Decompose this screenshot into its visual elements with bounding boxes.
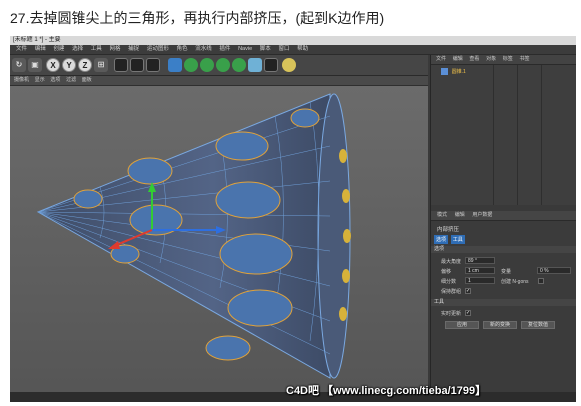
om-menu-file[interactable]: 文件 — [436, 55, 446, 64]
menu-snap[interactable]: 捕捉 — [128, 45, 139, 54]
x-axis-button[interactable]: X — [46, 58, 60, 72]
rotate-tool-icon[interactable]: ↻ — [12, 58, 26, 72]
tool-subtabs: 选项 工具 — [434, 235, 466, 244]
variance-label: 变量 — [501, 269, 512, 275]
render-view-icon[interactable] — [114, 58, 128, 72]
realtime-update-checkbox[interactable]: ✓ — [465, 310, 471, 316]
watermark: C4D吧 【www.linecg.com/tieba/1799】 — [286, 385, 487, 397]
menu-window[interactable]: 窗口 — [278, 45, 289, 54]
subtab-tool[interactable]: 工具 — [450, 235, 465, 244]
cube-icon[interactable] — [168, 58, 182, 72]
tool-title: 内部挤压 — [437, 227, 460, 233]
pen-spline-icon[interactable] — [184, 58, 198, 72]
menu-tools[interactable]: 工具 — [91, 45, 102, 54]
viewport-menu: 摄像机 显示 选项 过滤 面板 — [10, 76, 428, 86]
object-item-cone[interactable]: 圆锥.1 — [441, 68, 481, 76]
subtab-options[interactable]: 选项 — [434, 235, 449, 244]
caption: 27.去掉圆锥尖上的三角形，再执行内部挤压，(起到K边作用) — [10, 10, 385, 26]
subdivision-icon[interactable] — [200, 58, 214, 72]
options-section-header: 选项 — [431, 246, 576, 253]
cone-mesh-render — [36, 93, 351, 379]
render-picture-viewer-icon[interactable] — [130, 58, 144, 72]
reset-values-button[interactable]: 复位数值 — [521, 321, 555, 329]
om-menu-edit[interactable]: 编辑 — [453, 55, 463, 64]
3d-viewport[interactable] — [10, 86, 428, 402]
z-axis-button[interactable]: Z — [78, 58, 92, 72]
menu-edit[interactable]: 编辑 — [35, 45, 46, 54]
scene-floor-icon[interactable] — [248, 58, 262, 72]
menu-create[interactable]: 创建 — [53, 45, 64, 54]
attribute-tabs: 模式 编辑 用户数据 — [431, 211, 576, 221]
keep-groups-checkbox[interactable]: ✓ — [465, 288, 471, 294]
cone-body — [36, 93, 331, 379]
subdivision-label: 细分数 — [441, 279, 457, 285]
offset-field[interactable]: 1 cm — [465, 267, 495, 274]
max-angle-field[interactable]: 89 ° — [465, 257, 495, 264]
menu-character[interactable]: 角色 — [177, 45, 188, 54]
offset-label: 偏移 — [441, 269, 452, 275]
om-menu-bookmarks[interactable]: 书签 — [519, 55, 529, 64]
viewport-menu-panel[interactable]: 面板 — [82, 76, 92, 85]
om-menu-tags[interactable]: 标签 — [503, 55, 513, 64]
c4d-window: [未标题 1 *] - 主要 文件 编辑 创建 选择 工具 网格 捕捉 运动图形… — [10, 36, 576, 402]
create-ngons-checkbox[interactable] — [538, 278, 544, 284]
coordinate-system-icon[interactable]: ⊞ — [94, 58, 108, 72]
polygon-object-icon — [441, 68, 448, 75]
keep-groups-label: 保持群组 — [441, 289, 462, 295]
right-panel: 文件 编辑 查看 对象 标签 书签 圆锥.1 模式 编辑 用户数据 内部挤压 选… — [430, 55, 576, 402]
deformer-icon[interactable] — [232, 58, 246, 72]
array-icon[interactable] — [216, 58, 230, 72]
viewport-menu-camera[interactable]: 摄像机 — [14, 76, 29, 85]
object-mode-icon[interactable]: ▣ — [28, 58, 42, 72]
object-manager-list — [431, 65, 576, 205]
om-menu-object[interactable]: 对象 — [486, 55, 496, 64]
menu-mograph[interactable]: 运动图形 — [147, 45, 169, 54]
om-menu-view[interactable]: 查看 — [469, 55, 479, 64]
subdivision-field[interactable]: 1 — [465, 277, 495, 284]
apply-button[interactable]: 应用 — [445, 321, 479, 329]
menu-pipeline[interactable]: 流水线 — [195, 45, 212, 54]
create-ngons-label: 创建 N-gons — [501, 279, 529, 285]
menu-select[interactable]: 选择 — [72, 45, 83, 54]
viewport-menu-options[interactable]: 选项 — [50, 76, 60, 85]
menu-script[interactable]: 脚本 — [260, 45, 271, 54]
attr-tab-userdata[interactable]: 用户数据 — [472, 211, 492, 220]
realtime-update-label: 实时更新 — [441, 311, 462, 317]
viewport-menu-display[interactable]: 显示 — [35, 76, 45, 85]
light-icon[interactable] — [282, 58, 296, 72]
menu-navie[interactable]: Navie — [238, 45, 252, 54]
tool-section-header: 工具 — [431, 299, 576, 306]
y-axis-button[interactable]: Y — [62, 58, 76, 72]
new-transform-button[interactable]: 新的变换 — [483, 321, 517, 329]
menu-help[interactable]: 帮助 — [297, 45, 308, 54]
toolbar: ↻ ▣ X Y Z ⊞ — [10, 55, 428, 76]
render-settings-icon[interactable] — [146, 58, 160, 72]
menu-file[interactable]: 文件 — [16, 45, 27, 54]
window-title: [未标题 1 *] - 主要 — [10, 36, 576, 45]
camera-icon[interactable] — [264, 58, 278, 72]
viewport-menu-filter[interactable]: 过滤 — [66, 76, 76, 85]
variance-field[interactable]: 0 % — [537, 267, 571, 274]
attribute-manager: 模式 编辑 用户数据 内部挤压 选项 工具 选项 最大角度 89 ° 偏移 1 … — [431, 211, 576, 402]
main-menu: 文件 编辑 创建 选择 工具 网格 捕捉 运动图形 角色 流水线 插件 Navi… — [10, 45, 576, 55]
attr-tab-mode[interactable]: 模式 — [437, 211, 447, 220]
object-name: 圆锥.1 — [451, 69, 466, 75]
max-angle-label: 最大角度 — [441, 259, 462, 265]
object-manager-menu: 文件 编辑 查看 对象 标签 书签 — [431, 55, 576, 65]
attr-tab-edit[interactable]: 编辑 — [455, 211, 465, 220]
menu-mesh[interactable]: 网格 — [109, 45, 120, 54]
menu-plugins[interactable]: 插件 — [219, 45, 230, 54]
